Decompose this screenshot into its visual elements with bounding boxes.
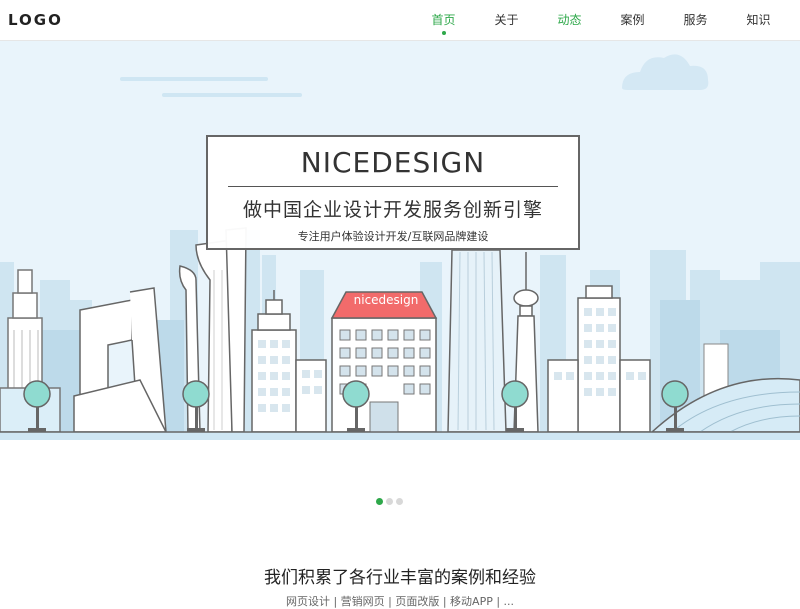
- nav-item-cases[interactable]: 案例: [601, 0, 664, 40]
- main-nav: 首页 关于 动态 案例 服务 知识: [412, 0, 790, 40]
- section-subtitle: 网页设计 | 营销网页 | 页面改版 | 移动APP | ...: [285, 595, 515, 608]
- hero-divider: [228, 186, 558, 187]
- nav-item-home[interactable]: 首页: [412, 0, 475, 40]
- carousel-dot-2[interactable]: [386, 498, 393, 505]
- nav-item-knowledge[interactable]: 知识: [727, 0, 790, 40]
- top-navbar: LOGO 首页 关于 动态 案例 服务 知识: [0, 0, 800, 41]
- nav-label: 服务: [683, 13, 708, 27]
- nav-label: 首页: [431, 13, 456, 27]
- hero-banner[interactable]: NICEDESIGN 做中国企业设计开发服务创新引擎 专注用户体验设计开发/互联…: [0, 40, 800, 440]
- hero-subtitle: 做中国企业设计开发服务创新引擎: [242, 199, 543, 221]
- section-title: 我们积累了各行业丰富的案例和经验: [264, 568, 536, 588]
- hero-title: NICEDESIGN: [208, 146, 578, 179]
- nav-label: 知识: [746, 13, 771, 27]
- carousel-dot-1[interactable]: [376, 498, 383, 505]
- building-sign: nicedesign: [353, 293, 419, 307]
- nav-label: 关于: [494, 13, 519, 27]
- logo[interactable]: LOGO: [8, 11, 63, 29]
- carousel-pagination: [376, 498, 403, 505]
- hero-text-box: NICEDESIGN 做中国企业设计开发服务创新引擎 专注用户体验设计开发/互联…: [206, 135, 580, 250]
- hero-title-light: DESIGN: [371, 146, 486, 179]
- active-indicator-dot: [441, 31, 446, 35]
- hero-title-bold: NICE: [300, 146, 372, 179]
- nav-item-about[interactable]: 关于: [475, 0, 538, 40]
- nav-item-services[interactable]: 服务: [664, 0, 727, 40]
- nav-label: 动态: [557, 13, 582, 27]
- carousel-dot-3[interactable]: [396, 498, 403, 505]
- hero-tagline: 专注用户体验设计开发/互联网品牌建设: [297, 230, 489, 243]
- nav-item-news[interactable]: 动态: [538, 0, 601, 40]
- nav-label: 案例: [620, 13, 645, 27]
